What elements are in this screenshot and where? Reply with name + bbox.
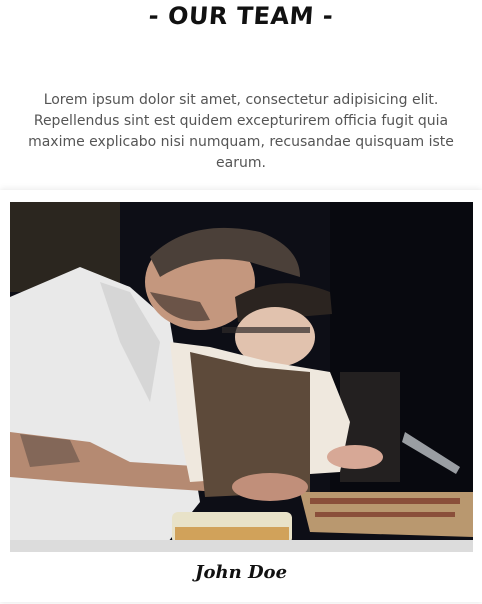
team-member-photo [10, 202, 473, 552]
team-section: - OUR TEAM - Lorem ipsum dolor sit amet,… [0, 0, 482, 604]
team-member-name: John Doe [194, 562, 288, 583]
section-intro: Lorem ipsum dolor sit amet, consectetur … [28, 92, 454, 171]
team-member-card: John Doe [0, 190, 482, 602]
section-title: - OUR TEAM - [147, 2, 335, 30]
